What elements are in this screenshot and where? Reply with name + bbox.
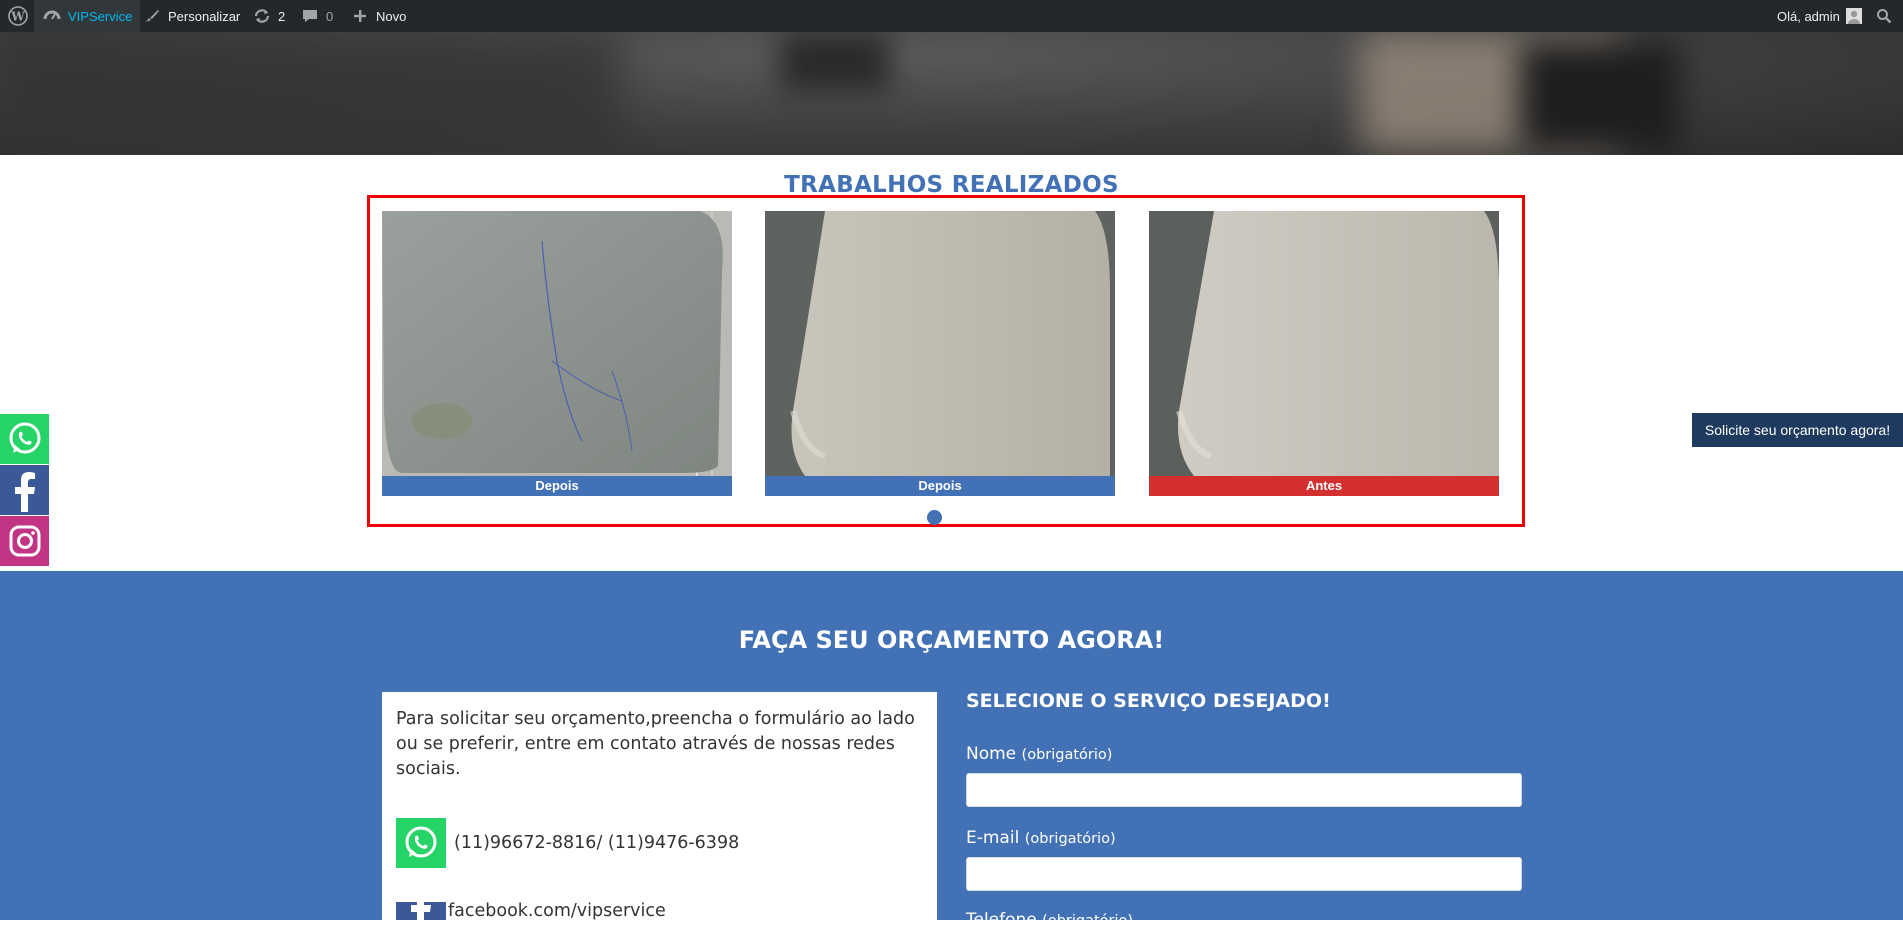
email-label: E-mail (obrigatório) [966, 828, 1116, 848]
updates-link[interactable]: 2 [252, 0, 285, 32]
carousel-slide[interactable]: Depois [382, 211, 732, 496]
new-content-link[interactable]: Novo [350, 0, 406, 32]
comments-count: 0 [326, 8, 334, 24]
name-label: Nome (obrigatório) [966, 744, 1113, 764]
wordpress-logo-icon[interactable]: W [6, 0, 30, 32]
avatar [1845, 8, 1862, 24]
dashboard-icon [42, 6, 62, 26]
updates-count: 2 [278, 8, 286, 24]
carousel-dot[interactable] [927, 510, 942, 525]
slide-photo [1149, 211, 1499, 476]
customize-link[interactable]: Personalizar [142, 0, 240, 32]
whatsapp-icon[interactable] [0, 414, 49, 464]
site-name-menu[interactable]: VIPService [34, 0, 141, 32]
phone-numbers: (11)96672-8816/ (11)9476-6398 [454, 833, 740, 853]
quote-section-title: FAÇA SEU ORÇAMENTO AGORA! [738, 626, 1165, 654]
my-account-menu[interactable]: Olá, admin [1777, 0, 1862, 32]
site-name: VIPService [68, 8, 133, 24]
carousel-slide[interactable]: Depois [765, 211, 1115, 496]
quote-intro-text: Para solicitar seu orçamento,preencha o … [396, 709, 915, 779]
new-label: Novo [376, 8, 407, 24]
instagram-icon[interactable] [0, 516, 49, 566]
contact-info-card: Para solicitar seu orçamento,preencha o … [382, 692, 937, 920]
whatsapp-contact-row[interactable]: (11)96672-8816/ (11)9476-6398 [396, 818, 739, 868]
refresh-icon [252, 6, 272, 26]
floating-quote-button[interactable]: Solicite seu orçamento agora! [1692, 413, 1903, 447]
plus-icon [350, 6, 370, 26]
facebook-url: facebook.com/vipservice [448, 902, 666, 920]
svg-text:W: W [10, 10, 25, 24]
hero-banner-image [0, 32, 1903, 155]
whatsapp-icon [396, 818, 446, 868]
form-title: SELECIONE O SERVIÇO DESEJADO! [966, 690, 1331, 712]
phone-label: Telefone (obrigatório) [966, 910, 1134, 930]
customize-label: Personalizar [168, 8, 241, 24]
quote-section [0, 571, 1903, 920]
facebook-contact-row[interactable]: facebook.com/vipservice [396, 902, 666, 920]
carousel-slide[interactable]: Antes [1149, 211, 1499, 496]
slide-caption: Depois [382, 476, 732, 496]
comment-icon [300, 6, 320, 26]
slide-photo [765, 211, 1115, 476]
slide-photo [382, 211, 732, 476]
slide-caption: Antes [1149, 476, 1499, 496]
search-icon[interactable] [1876, 0, 1892, 32]
brush-icon [142, 6, 162, 26]
facebook-icon[interactable] [0, 465, 49, 515]
admin-bar: W VIPService Personalizar 2 0 Novo Olá, … [0, 0, 1903, 32]
comments-link[interactable]: 0 [300, 0, 333, 32]
email-field[interactable] [966, 857, 1522, 891]
slide-caption: Depois [765, 476, 1115, 496]
name-field[interactable] [966, 773, 1522, 807]
greeting: Olá, admin [1777, 8, 1840, 24]
facebook-icon [396, 902, 446, 920]
